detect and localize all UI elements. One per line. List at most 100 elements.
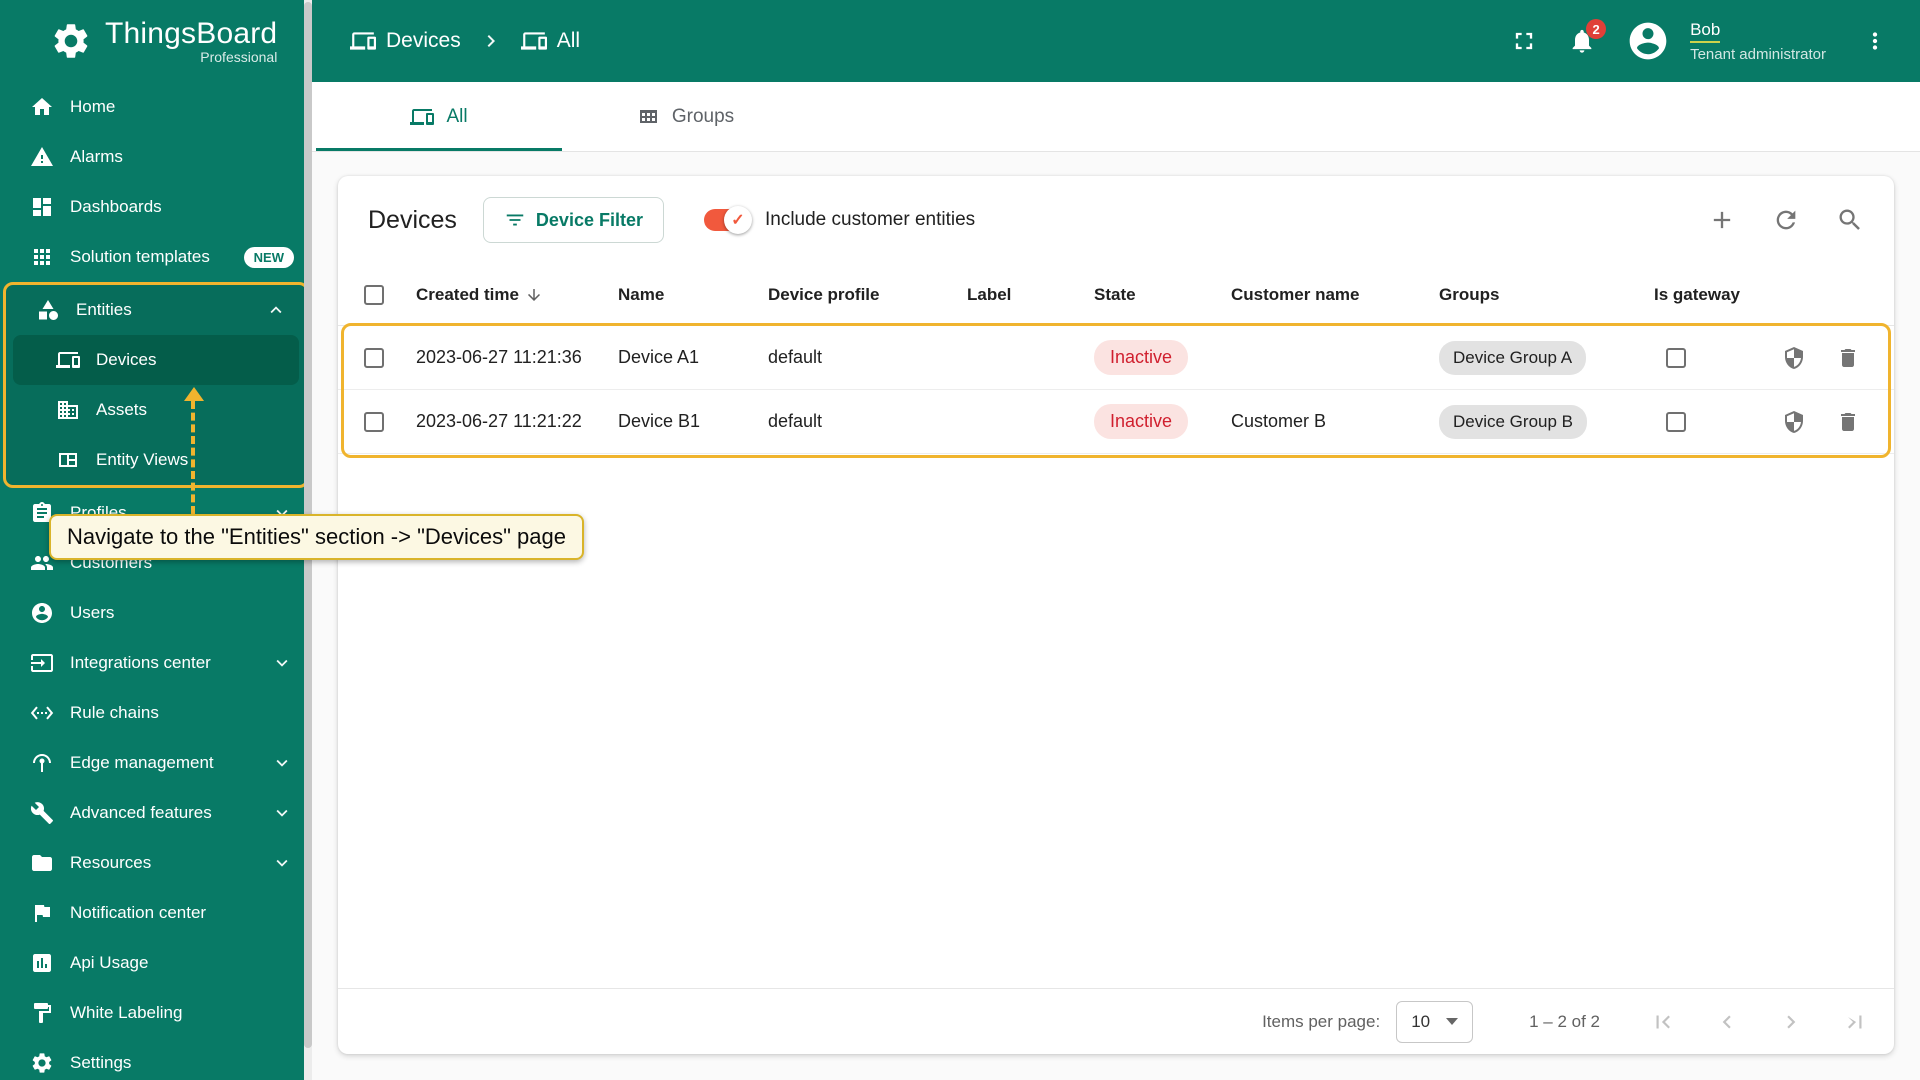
cell-created-time: 2023-06-27 11:21:22 <box>416 411 582 431</box>
sidebar-item-label: Users <box>70 603 115 622</box>
sidebar-item-edge-management[interactable]: Edge management <box>0 738 312 788</box>
include-customer-entities-toggle[interactable] <box>703 206 752 234</box>
row-checkbox[interactable] <box>364 347 384 368</box>
delete-button[interactable] <box>1832 342 1864 374</box>
column-header-device-profile[interactable]: Device profile <box>768 285 967 305</box>
breadcrumb-all[interactable]: All <box>557 29 580 53</box>
sidebar-item-devices[interactable]: Devices <box>13 335 299 385</box>
sidebar-item-label: Edge management <box>70 753 214 772</box>
sidebar-item-api-usage[interactable]: Api Usage <box>0 938 312 988</box>
cell-customer-name: Customer B <box>1231 411 1327 431</box>
group-chip[interactable]: Device Group B <box>1439 404 1587 439</box>
toggle-thumb-check-icon <box>723 206 752 234</box>
sidebar-item-settings[interactable]: Settings <box>0 1038 312 1080</box>
breadcrumb-devices[interactable]: Devices <box>386 29 461 53</box>
user-info[interactable]: Bob Tenant administrator <box>1690 20 1826 63</box>
fullscreen-icon <box>1510 27 1538 55</box>
table-row[interactable]: 2023-06-27 11:21:36 Device A1 default Inact… <box>338 326 1894 390</box>
chevron-up-icon <box>264 298 288 322</box>
tab-groups[interactable]: Groups <box>562 82 808 151</box>
column-header-label: Name <box>618 284 665 304</box>
column-header-state[interactable]: State <box>1094 285 1231 305</box>
view-quilt-icon <box>56 448 80 472</box>
sidebar-item-notification-center[interactable]: Notification center <box>0 888 312 938</box>
refresh-button[interactable] <box>1768 202 1804 238</box>
sidebar-item-users[interactable]: Users <box>0 588 312 638</box>
user-avatar[interactable] <box>1622 15 1674 67</box>
previous-page-button[interactable] <box>1710 1005 1744 1039</box>
shield-icon <box>1782 410 1806 434</box>
sidebar-item-label: Home <box>70 97 116 116</box>
sidebar-item-entity-views[interactable]: Entity Views <box>6 435 306 485</box>
dashboard-icon <box>30 195 54 219</box>
devices-card: Devices Device Filter Include customer e… <box>338 176 1894 1054</box>
row-actions <box>1768 406 1868 438</box>
ethernet-icon <box>30 701 54 725</box>
row-select-cell <box>364 347 416 368</box>
tab-all[interactable]: All <box>316 82 562 151</box>
sidebar-item-dashboards[interactable]: Dashboards <box>0 182 312 232</box>
app-logo[interactable]: ThingsBoard Professional <box>0 0 312 82</box>
sidebar-item-advanced-features[interactable]: Advanced features <box>0 788 312 838</box>
add-device-button[interactable] <box>1704 202 1740 238</box>
sidebar-item-label: Advanced features <box>70 803 212 822</box>
select-all-checkbox[interactable] <box>364 284 384 305</box>
column-header-label: Created time <box>416 284 519 304</box>
table-row[interactable]: 2023-06-27 11:21:22 Device B1 default Inact… <box>338 390 1894 454</box>
first-page-button[interactable] <box>1646 1005 1680 1039</box>
sidebar-item-solution-templates[interactable]: Solution templates NEW <box>0 232 312 282</box>
last-page-button[interactable] <box>1838 1005 1872 1039</box>
items-per-page-value: 10 <box>1411 1011 1431 1031</box>
is-gateway-checkbox[interactable] <box>1666 411 1686 432</box>
column-header-created-time[interactable]: Created time <box>416 285 618 305</box>
column-header-customer-name[interactable]: Customer name <box>1231 285 1439 305</box>
column-header-label: Groups <box>1439 284 1500 304</box>
sidebar-item-integrations-center[interactable]: Integrations center <box>0 638 312 688</box>
state-badge: Inactive <box>1094 404 1189 439</box>
sidebar-item-alarms[interactable]: Alarms <box>0 132 312 182</box>
row-checkbox[interactable] <box>364 411 384 432</box>
column-header-groups[interactable]: Groups <box>1439 285 1654 305</box>
sidebar-item-label: Devices <box>96 350 157 369</box>
column-header-label[interactable]: Label <box>967 285 1094 305</box>
sidebar-item-resources[interactable]: Resources <box>0 838 312 888</box>
folder-icon <box>30 851 54 875</box>
search-button[interactable] <box>1832 202 1868 238</box>
sidebar-item-assets[interactable]: Assets <box>6 385 306 435</box>
cell-is-gateway <box>1654 411 1768 432</box>
page-title: Devices <box>368 205 457 234</box>
fullscreen-button[interactable] <box>1506 23 1542 59</box>
page-range: 1 – 2 of 2 <box>1529 1011 1600 1031</box>
input-icon <box>30 651 54 675</box>
notifications-button[interactable]: 2 <box>1564 19 1607 59</box>
sidebar-item-white-labeling[interactable]: White Labeling <box>0 988 312 1038</box>
column-header-label: State <box>1094 284 1136 304</box>
sidebar-item-home[interactable]: Home <box>0 82 312 132</box>
chevron-down-icon <box>270 651 294 675</box>
cell-device-profile: default <box>768 411 823 431</box>
sidebar-item-entities[interactable]: Entities <box>6 285 306 335</box>
sidebar-item-label: Alarms <box>70 147 123 166</box>
account-circle-icon <box>1626 19 1670 63</box>
tour-tooltip: Navigate to the "Entities" section -> "D… <box>49 514 584 560</box>
row-select-cell <box>364 411 416 432</box>
items-per-page-select[interactable]: 10 <box>1396 1000 1474 1043</box>
next-page-button[interactable] <box>1774 1005 1808 1039</box>
sort-descending-icon <box>525 286 543 304</box>
plus-icon <box>1708 206 1736 234</box>
security-button[interactable] <box>1778 342 1810 374</box>
device-filter-button[interactable]: Device Filter <box>482 197 664 243</box>
app-edition: Professional <box>200 49 278 65</box>
sidebar-item-label: Dashboards <box>70 197 162 216</box>
tabs-bar: All Groups <box>312 82 1920 152</box>
column-header-name[interactable]: Name <box>618 285 768 305</box>
column-header-is-gateway[interactable]: Is gateway <box>1654 285 1768 305</box>
delete-button[interactable] <box>1832 406 1864 438</box>
group-chip[interactable]: Device Group A <box>1439 340 1587 375</box>
more-menu-button[interactable] <box>1858 24 1892 58</box>
is-gateway-checkbox[interactable] <box>1666 347 1686 368</box>
sidebar-item-label: Entity Views <box>96 450 189 469</box>
sidebar-item-rule-chains[interactable]: Rule chains <box>0 688 312 738</box>
security-button[interactable] <box>1778 406 1810 438</box>
gear-icon <box>30 1051 54 1075</box>
